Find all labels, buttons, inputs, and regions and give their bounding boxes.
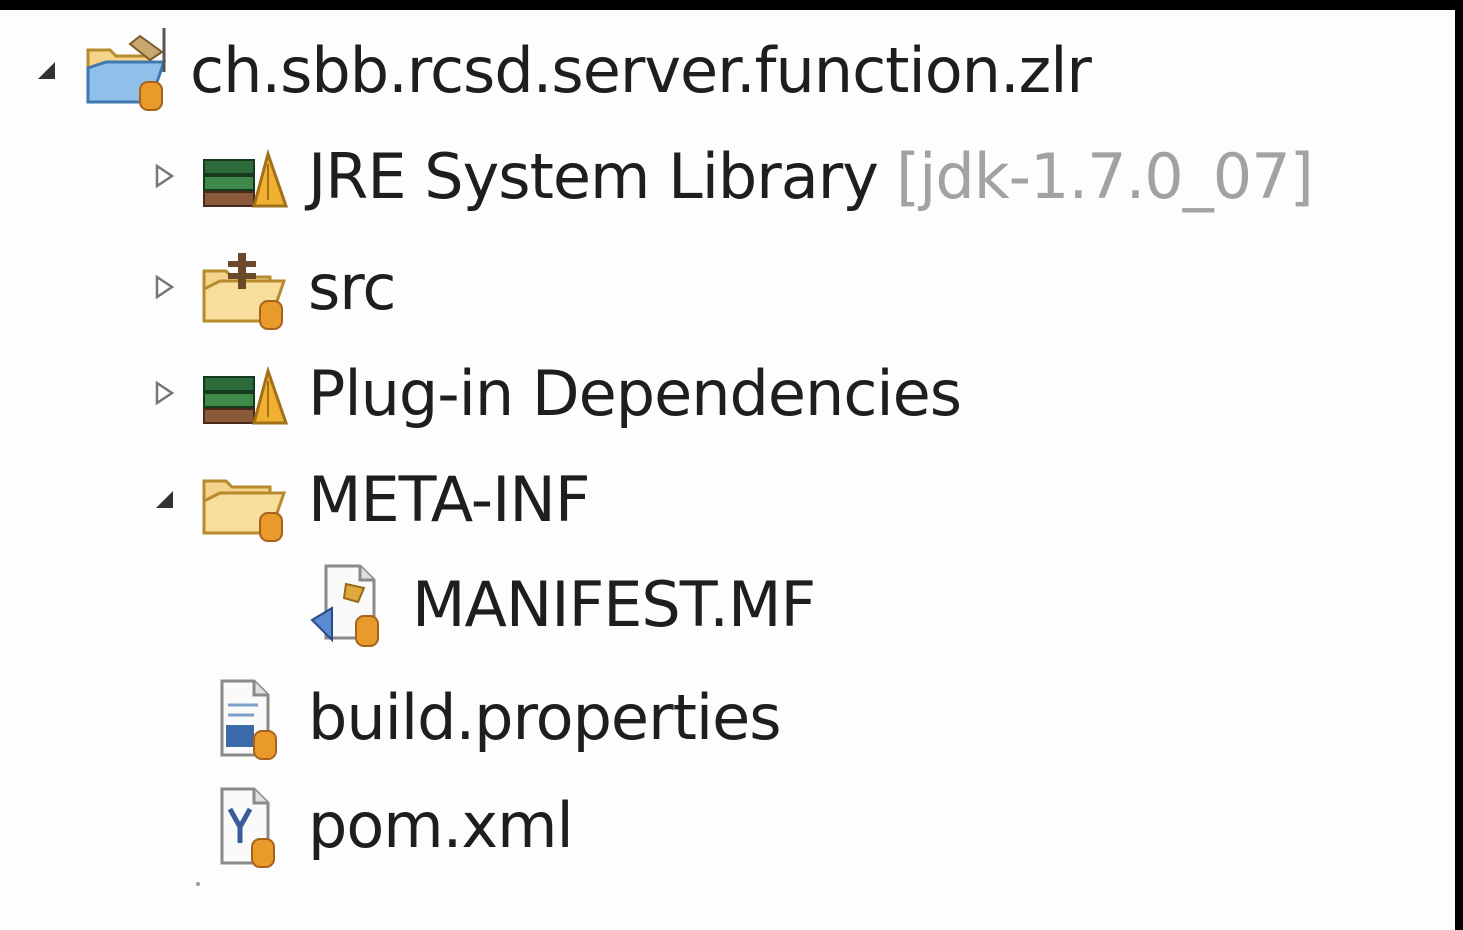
collapsed-arrow-icon[interactable] bbox=[146, 269, 182, 305]
tree-item-src[interactable]: src bbox=[146, 235, 397, 339]
collapsed-arrow-icon[interactable] bbox=[146, 158, 182, 194]
tree-item-label: JRE System Library bbox=[308, 139, 879, 213]
image-border-right bbox=[1455, 0, 1463, 930]
jdk-version-decoration: [jdk-1.7.0_07] bbox=[895, 139, 1314, 213]
tree-item-label: build.properties bbox=[308, 680, 782, 754]
folder-icon bbox=[198, 453, 290, 545]
plugin-project-icon bbox=[80, 24, 172, 116]
library-icon bbox=[198, 130, 290, 222]
tree-item-manifest[interactable]: MANIFEST.MF bbox=[302, 552, 816, 656]
image-border-top bbox=[0, 0, 1463, 10]
expanded-arrow-icon[interactable] bbox=[146, 481, 182, 517]
manifest-file-icon bbox=[302, 558, 394, 650]
tree-item-label: META-INF bbox=[308, 462, 590, 536]
stray-pixel bbox=[196, 882, 200, 886]
tree-item-label: ch.sbb.rcsd.server.function.zlr bbox=[190, 33, 1092, 107]
library-icon bbox=[198, 347, 290, 439]
collapsed-arrow-icon[interactable] bbox=[146, 375, 182, 411]
tree-item-label: src bbox=[308, 250, 397, 324]
tree-item-label: MANIFEST.MF bbox=[412, 567, 816, 641]
xml-file-icon bbox=[198, 779, 290, 871]
tree-item-meta-inf[interactable]: META-INF bbox=[146, 447, 590, 551]
properties-file-icon bbox=[198, 671, 290, 763]
expanded-arrow-icon[interactable] bbox=[28, 52, 64, 88]
source-folder-icon bbox=[198, 241, 290, 333]
package-explorer-panel: ch.sbb.rcsd.server.function.zlr JRE Syst… bbox=[0, 0, 1455, 930]
tree-item-label: pom.xml bbox=[308, 788, 574, 862]
tree-item-jre-library[interactable]: JRE System Library [jdk-1.7.0_07] bbox=[146, 124, 1314, 228]
tree-item-project[interactable]: ch.sbb.rcsd.server.function.zlr bbox=[28, 18, 1092, 122]
tree-item-pom-xml[interactable]: pom.xml bbox=[198, 773, 574, 877]
tree-item-plugin-dependencies[interactable]: Plug-in Dependencies bbox=[146, 341, 962, 445]
tree-item-build-properties[interactable]: build.properties bbox=[198, 665, 782, 769]
tree-item-label: Plug-in Dependencies bbox=[308, 356, 962, 430]
